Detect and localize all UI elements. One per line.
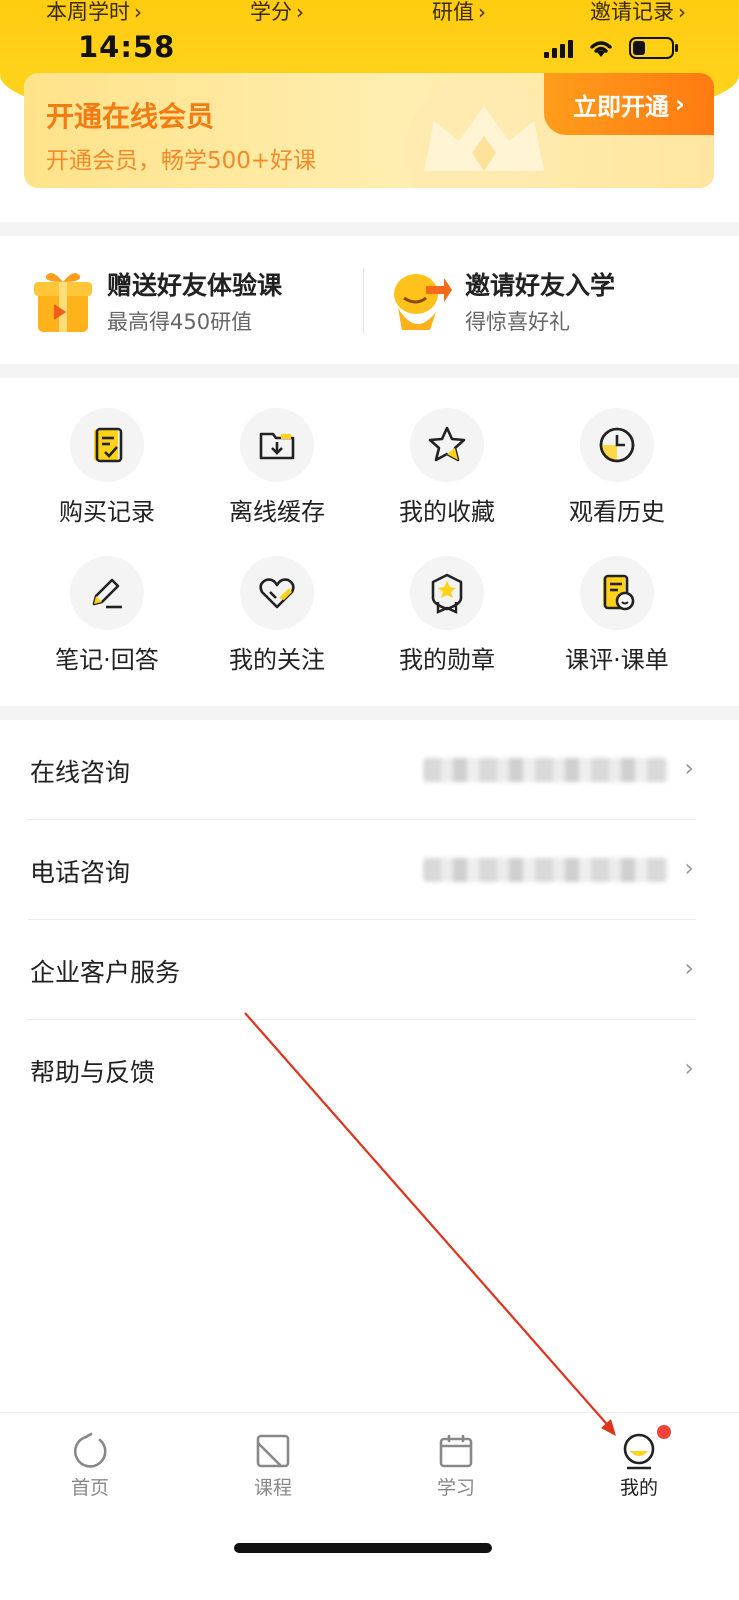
blurred-info bbox=[423, 758, 668, 782]
heart-icon bbox=[259, 578, 295, 609]
star-icon bbox=[428, 426, 466, 462]
chevron-right-icon: › bbox=[684, 954, 694, 982]
section-divider bbox=[0, 222, 739, 236]
open-membership-button[interactable]: 立即开通 › bbox=[544, 73, 714, 135]
status-time: 14:58 bbox=[78, 30, 176, 64]
list-item-enterprise-service[interactable]: 企业客户服务 › bbox=[28, 920, 696, 1020]
chevron-right-icon: › bbox=[684, 854, 694, 882]
home-icon bbox=[73, 1432, 107, 1468]
list-item-online-consult[interactable]: 在线咨询 › bbox=[28, 720, 696, 820]
grid-item-reviews-lists[interactable]: 课评·课单 bbox=[532, 526, 702, 674]
chevron-right-icon: › bbox=[678, 0, 686, 24]
list-item-phone-consult[interactable]: 电话咨询 › bbox=[28, 820, 696, 920]
grid-item-notes-answers[interactable]: 笔记·回答 bbox=[22, 526, 192, 674]
tab-label: 学习 bbox=[436, 1477, 475, 1499]
offline-cache-icon bbox=[259, 432, 295, 460]
stat-research-value[interactable]: 研值 › bbox=[432, 0, 486, 26]
invite-item-subtitle: 最高得450研值 bbox=[107, 310, 253, 334]
vip-card[interactable]: 开通在线会员 开通会员，畅学500+好课 立即开通 › bbox=[24, 73, 714, 188]
stat-invite-records[interactable]: 邀请记录 › bbox=[590, 0, 686, 26]
chevron-right-icon: › bbox=[675, 90, 685, 118]
clock-icon bbox=[599, 427, 635, 463]
grid-item-label: 观看历史 bbox=[569, 498, 665, 526]
list-item-label: 帮助与反馈 bbox=[30, 1058, 156, 1087]
tab-home[interactable]: 首页 bbox=[30, 1425, 150, 1505]
tab-label: 首页 bbox=[70, 1477, 109, 1499]
list-item-label: 企业客户服务 bbox=[30, 958, 181, 987]
vip-subtitle: 开通会员，畅学500+好课 bbox=[46, 148, 317, 174]
crown-icon bbox=[406, 81, 562, 188]
chevron-right-icon: › bbox=[478, 0, 486, 24]
tab-courses[interactable]: 课程 bbox=[213, 1425, 333, 1505]
stat-weekly-hours[interactable]: 本周学时 › bbox=[46, 0, 142, 26]
review-icon bbox=[603, 574, 635, 611]
tab-mine[interactable]: 我的 bbox=[579, 1425, 699, 1505]
tab-study[interactable]: 学习 bbox=[396, 1425, 516, 1505]
invite-separator bbox=[363, 268, 364, 334]
invite-item-title: 赠送好友体验课 bbox=[107, 271, 283, 300]
status-icons bbox=[544, 36, 679, 60]
notification-dot bbox=[657, 1425, 671, 1439]
invite-row: 赠送好友体验课 最高得450研值 邀请好友入学 得惊喜好礼 bbox=[0, 238, 739, 364]
mascot-invite-icon bbox=[394, 274, 452, 330]
tab-bar: 首页 课程 学习 我的 bbox=[0, 1412, 739, 1600]
gift-trial-course[interactable]: 赠送好友体验课 最高得450研值 bbox=[32, 238, 352, 364]
section-divider bbox=[0, 706, 739, 720]
tab-label: 我的 bbox=[619, 1477, 658, 1499]
grid-item-offline-cache[interactable]: 离线缓存 bbox=[192, 378, 362, 526]
grid-item-label: 笔记·回答 bbox=[55, 646, 159, 674]
home-indicator bbox=[234, 1543, 492, 1553]
pencil-icon bbox=[92, 578, 122, 609]
list-item-label: 在线咨询 bbox=[30, 758, 131, 787]
grid-item-following[interactable]: 我的关注 bbox=[192, 526, 362, 674]
invite-item-title: 邀请好友入学 bbox=[465, 271, 616, 300]
grid-item-watch-history[interactable]: 观看历史 bbox=[532, 378, 702, 526]
purchase-record-icon bbox=[94, 427, 123, 463]
grid-item-label: 我的收藏 bbox=[399, 498, 495, 526]
chevron-right-icon: › bbox=[296, 0, 304, 24]
list-item-help-feedback[interactable]: 帮助与反馈 › bbox=[28, 1020, 696, 1120]
feature-grid: 购买记录 离线缓存 我的收藏 观看历史 笔记·回答 我的关注 我的勋章 课评·课… bbox=[0, 378, 739, 706]
course-icon bbox=[256, 1434, 290, 1468]
blurred-info bbox=[423, 858, 668, 882]
list-item-label: 电话咨询 bbox=[30, 858, 131, 887]
wifi-icon bbox=[590, 41, 612, 57]
signal-icon bbox=[544, 38, 573, 58]
tab-label: 课程 bbox=[253, 1477, 292, 1499]
invite-friend-enroll[interactable]: 邀请好友入学 得惊喜好礼 bbox=[390, 238, 710, 364]
vip-title: 开通在线会员 bbox=[46, 100, 215, 133]
stat-credits[interactable]: 学分 › bbox=[250, 0, 304, 26]
grid-item-medals[interactable]: 我的勋章 bbox=[362, 526, 532, 674]
chevron-right-icon: › bbox=[134, 0, 142, 24]
invite-item-subtitle: 得惊喜好礼 bbox=[465, 310, 570, 334]
grid-item-label: 离线缓存 bbox=[229, 498, 325, 526]
chevron-right-icon: › bbox=[684, 1054, 694, 1082]
grid-item-purchase-record[interactable]: 购买记录 bbox=[22, 378, 192, 526]
medal-icon bbox=[431, 573, 463, 614]
grid-item-label: 我的关注 bbox=[229, 646, 325, 674]
calendar-icon bbox=[439, 1435, 473, 1468]
grid-item-label: 购买记录 bbox=[59, 498, 155, 526]
battery-icon bbox=[629, 37, 678, 59]
gift-icon bbox=[34, 273, 92, 332]
grid-item-label: 课评·课单 bbox=[565, 646, 669, 674]
grid-item-favorites[interactable]: 我的收藏 bbox=[362, 378, 532, 526]
profile-icon bbox=[623, 1433, 655, 1470]
chevron-right-icon: › bbox=[684, 754, 694, 782]
section-divider bbox=[0, 364, 739, 378]
grid-item-label: 我的勋章 bbox=[399, 646, 495, 674]
stats-row: 本周学时 › 学分 › 研值 › 邀请记录 › bbox=[0, 0, 739, 24]
